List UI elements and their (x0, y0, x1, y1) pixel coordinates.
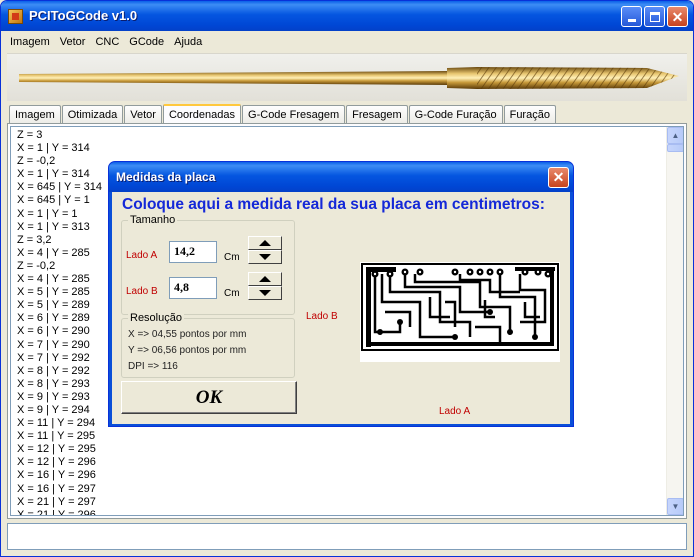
ok-button[interactable]: OK (121, 381, 297, 414)
menu-bar: Imagem Vetor CNC GCode Ajuda (5, 32, 691, 52)
tab-strip: Imagem Otimizada Vetor Coordenadas G-Cod… (9, 103, 557, 125)
coordinate-line: X = 11 | Y = 295 (17, 430, 96, 443)
menu-cnc[interactable]: CNC (90, 32, 124, 52)
status-bar (7, 523, 687, 550)
triangle-down-icon (259, 254, 271, 260)
coordinate-line: X = 6 | Y = 290 (17, 325, 90, 338)
close-icon: ✕ (552, 169, 565, 185)
coordinate-line: X = 645 | Y = 314 (17, 181, 103, 194)
triangle-up-icon (259, 240, 271, 246)
menu-gcode[interactable]: GCode (124, 32, 169, 52)
side-a-increment-button[interactable] (248, 236, 282, 250)
side-a-decrement-button[interactable] (248, 250, 282, 264)
size-group: Tamanho Lado A 14,2 Cm Lado B 4,8 Cm (121, 214, 295, 315)
side-a-spinner[interactable] (248, 236, 282, 264)
coordinate-line: X = 9 | Y = 294 (17, 403, 90, 416)
app-icon (8, 9, 23, 24)
coordinate-line: X = 5 | Y = 289 (17, 299, 90, 312)
tab-gcode-furacao[interactable]: G-Code Furação (408, 105, 503, 124)
resolution-group: Resolução X => 04,55 pontos por mm Y => … (121, 312, 295, 378)
chevron-up-icon: ▲ (671, 131, 680, 140)
coordinate-line: X = 1 | Y = 314 (17, 142, 90, 155)
minimize-button[interactable] (621, 6, 642, 27)
pcb-preview-graphic (361, 263, 559, 351)
coordinate-line: X = 16 | Y = 297 (17, 482, 96, 495)
dialog-title-bar[interactable]: Medidas da placa ✕ (109, 162, 573, 192)
title-bar[interactable]: PCIToGCode v1.0 ✕ (1, 1, 693, 31)
pcb-preview-image (360, 262, 560, 362)
dialog-heading: Coloque aqui a medida real da sua placa … (122, 196, 545, 213)
resolution-group-legend: Resolução (128, 312, 184, 324)
coordinate-line: X = 1 | Y = 313 (17, 220, 90, 233)
menu-vetor[interactable]: Vetor (55, 32, 91, 52)
board-size-dialog: Medidas da placa ✕ Coloque aqui a medida… (108, 161, 574, 427)
vertical-scrollbar[interactable]: ▲ ▼ (666, 127, 683, 515)
dialog-close-button[interactable]: ✕ (548, 167, 569, 188)
coordinates-list: Z = 3X = 1 | Y = 314 Z = -0,2 X = 1 | Y = … (17, 129, 103, 516)
coordinate-line: X = 12 | Y = 296 (17, 456, 96, 469)
tab-fresagem[interactable]: Fresagem (346, 105, 408, 124)
side-a-label: Lado A (126, 250, 158, 261)
tab-furacao[interactable]: Furação (503, 105, 556, 124)
coordinate-line: X = 1 | Y = 1 (17, 207, 78, 220)
side-a-input[interactable]: 14,2 (169, 241, 217, 263)
dialog-title: Medidas da placa (116, 170, 216, 184)
preview-side-a-label: Lado A (439, 406, 471, 417)
resolution-dpi: DPI => 116 (128, 361, 178, 372)
menu-ajuda[interactable]: Ajuda (169, 32, 207, 52)
tab-otimizada[interactable]: Otimizada (61, 105, 124, 124)
side-b-decrement-button[interactable] (248, 286, 282, 300)
coordinate-line: X = 21 | Y = 296 (17, 508, 96, 516)
coordinate-line: X = 4 | Y = 285 (17, 246, 90, 259)
coordinate-line: Z = -0,2 (17, 155, 56, 168)
tab-vetor[interactable]: Vetor (124, 105, 162, 124)
side-b-unit: Cm (224, 288, 240, 299)
drill-bit-banner (7, 53, 687, 101)
side-b-increment-button[interactable] (248, 272, 282, 286)
coordinate-line: X = 21 | Y = 297 (17, 495, 96, 508)
tab-imagem[interactable]: Imagem (9, 105, 61, 124)
side-b-spinner[interactable] (248, 272, 282, 300)
side-b-input[interactable]: 4,8 (169, 277, 217, 299)
minimize-icon (627, 19, 636, 22)
close-icon: ✕ (671, 8, 684, 25)
coordinate-line: X = 16 | Y = 296 (17, 469, 96, 482)
scroll-down-button[interactable]: ▼ (667, 498, 683, 515)
coordinate-line: X = 4 | Y = 285 (17, 273, 90, 286)
drill-bit-image (19, 67, 679, 89)
menu-imagem[interactable]: Imagem (5, 32, 55, 52)
coordinate-line: X = 11 | Y = 294 (17, 417, 96, 430)
coordinate-line: Z = 3 (17, 129, 43, 141)
coordinate-line: X = 9 | Y = 293 (17, 390, 90, 403)
coordinate-line: X = 5 | Y = 285 (17, 286, 90, 299)
dialog-body: Coloque aqui a medida real da sua placa … (112, 192, 570, 424)
coordinate-line: X = 1 | Y = 314 (17, 168, 90, 181)
scroll-up-button[interactable]: ▲ (667, 127, 683, 144)
coordinate-line: X = 645 | Y = 1 (17, 194, 90, 207)
side-a-unit: Cm (224, 252, 240, 263)
preview-side-b-label: Lado B (306, 311, 338, 322)
coordinate-line: Z = 3,2 (17, 233, 52, 246)
maximize-icon (649, 11, 660, 22)
coordinate-line: X = 7 | Y = 292 (17, 351, 90, 364)
tab-gcode-fresagem[interactable]: G-Code Fresagem (242, 105, 346, 124)
close-button[interactable]: ✕ (667, 6, 688, 27)
size-group-legend: Tamanho (128, 214, 178, 226)
coordinate-line: X = 7 | Y = 290 (17, 338, 90, 351)
coordinate-line: Z = -0,2 (17, 259, 56, 272)
coordinate-line: X = 12 | Y = 295 (17, 443, 96, 456)
maximize-button[interactable] (644, 6, 665, 27)
coordinate-line: X = 8 | Y = 293 (17, 377, 90, 390)
coordinate-line: X = 6 | Y = 289 (17, 312, 90, 325)
window-title: PCIToGCode v1.0 (29, 8, 138, 23)
resolution-y: Y => 06,56 pontos por mm (128, 345, 247, 356)
chevron-down-icon: ▼ (671, 502, 680, 511)
resolution-x: X => 04,55 pontos por mm (128, 329, 247, 340)
tab-coordenadas[interactable]: Coordenadas (162, 104, 242, 125)
scroll-thumb[interactable] (667, 144, 683, 152)
triangle-up-icon (259, 276, 271, 282)
coordinate-line: X = 8 | Y = 292 (17, 364, 90, 377)
side-b-label: Lado B (126, 286, 158, 297)
triangle-down-icon (259, 290, 271, 296)
